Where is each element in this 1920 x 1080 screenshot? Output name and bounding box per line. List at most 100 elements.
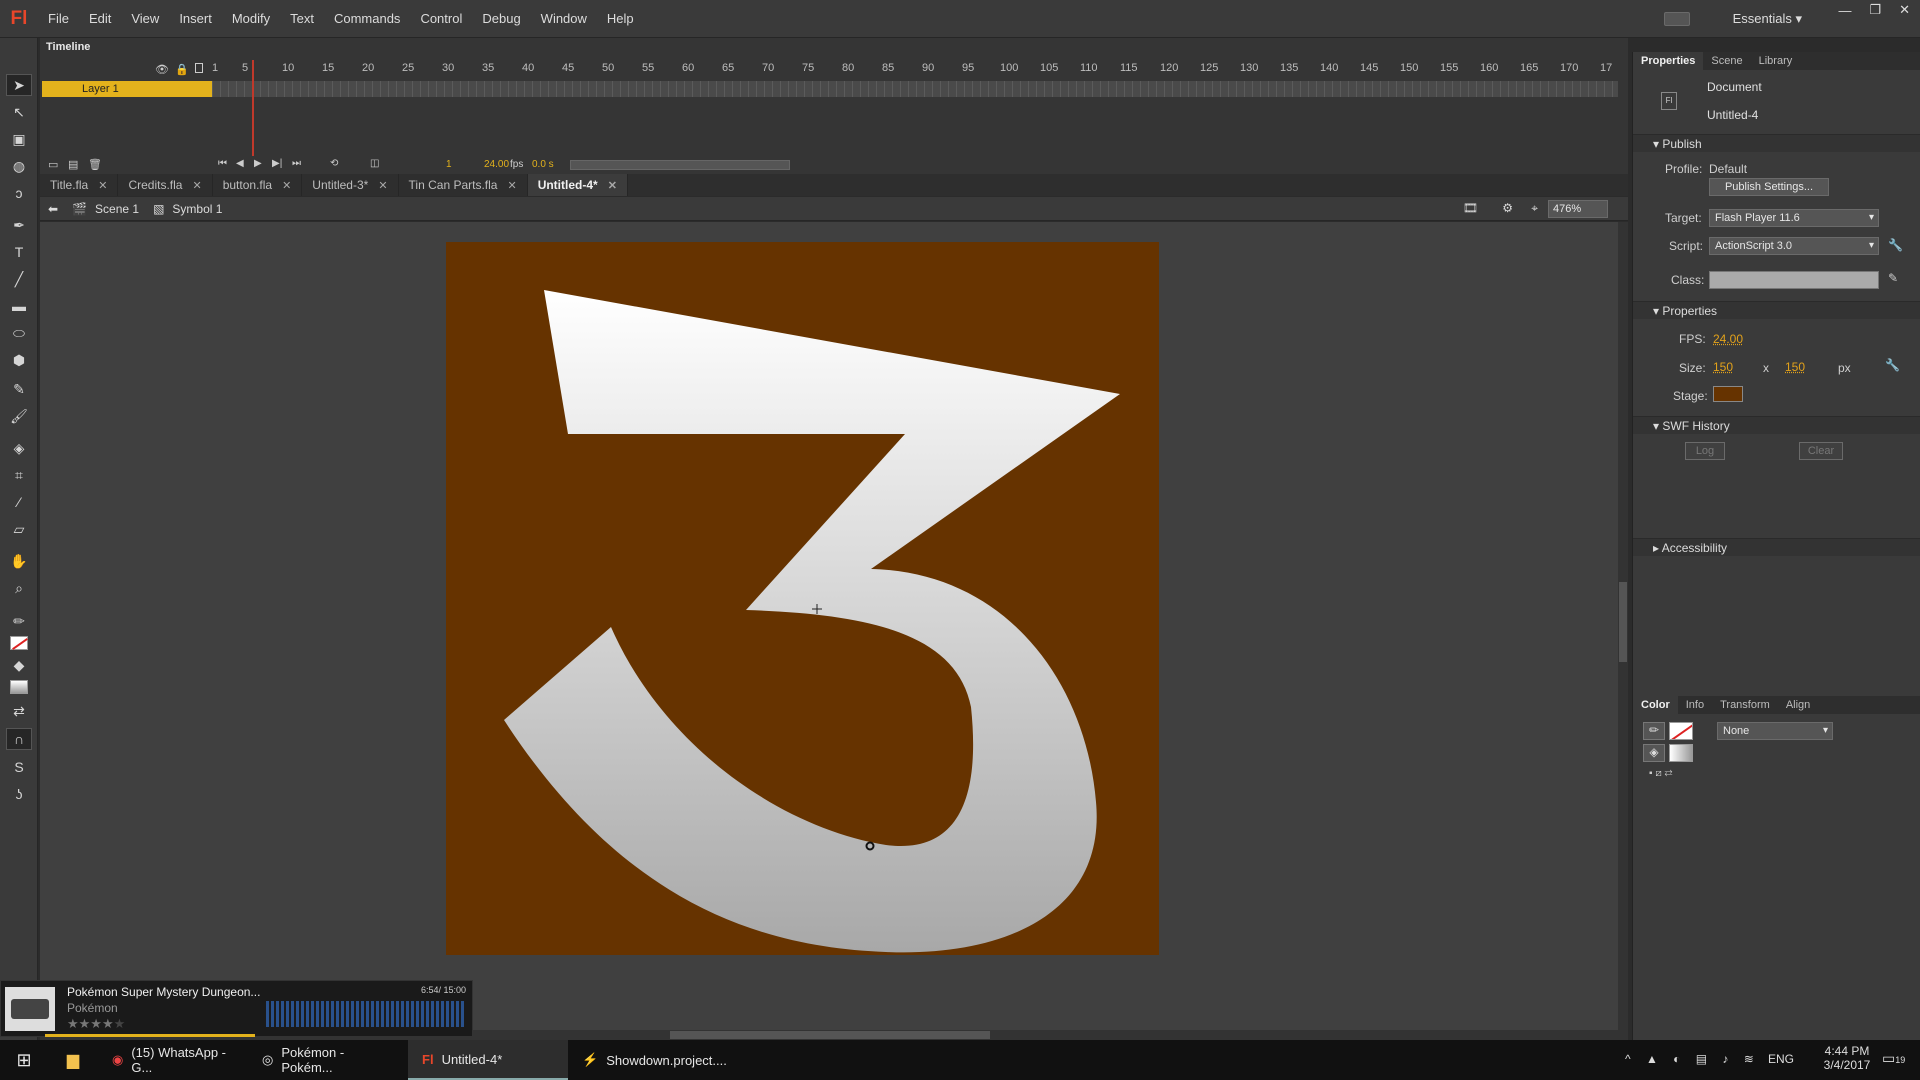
fill-color-icon[interactable]: ◆ (6, 654, 32, 676)
taskbar-item-pokemon[interactable]: ◎ Pokémon - Pokém... (248, 1040, 408, 1080)
close-icon[interactable]: ✕ (608, 179, 617, 192)
swap-colors-icon[interactable]: ⇄ (6, 700, 32, 722)
menu-file[interactable]: File (38, 11, 79, 26)
oval-tool-icon[interactable]: ⬭ (6, 322, 32, 344)
accessibility-section[interactable]: ▸ Accessibility (1633, 538, 1920, 556)
go-last-frame-icon[interactable]: ⏭ (292, 158, 301, 169)
stage-height[interactable]: 150 (1785, 360, 1805, 374)
properties-section[interactable]: ▾ Properties (1633, 301, 1920, 319)
minimize-icon[interactable]: — (1838, 3, 1851, 18)
close-icon[interactable]: ✕ (282, 179, 291, 192)
line-tool-icon[interactable]: ╱ (6, 268, 32, 290)
tab-color[interactable]: Color (1633, 696, 1678, 714)
doc-tab-tin-can-parts[interactable]: Tin Can Parts.fla ✕ (399, 174, 528, 196)
straighten-icon[interactable]: ʖ (6, 783, 32, 805)
layer-row[interactable]: Layer 1 (42, 81, 1618, 97)
doc-tab-credits[interactable]: Credits.fla ✕ (118, 174, 213, 196)
symbol-breadcrumb[interactable]: Symbol 1 (172, 202, 222, 216)
menu-modify[interactable]: Modify (222, 11, 280, 26)
progress-bar[interactable] (45, 1034, 255, 1037)
new-folder-icon[interactable]: ▤ (68, 158, 78, 171)
publish-section[interactable]: ▾ Publish (1633, 134, 1920, 152)
script-select[interactable]: ActionScript 3.0 (1709, 237, 1879, 255)
stage-width[interactable]: 150 (1713, 360, 1733, 374)
snap-to-objects-icon[interactable]: ∩ (6, 728, 32, 750)
workspace-switcher[interactable]: Essentials ▾ (1733, 11, 1802, 27)
tab-properties[interactable]: Properties (1633, 52, 1704, 70)
pencil-tool-icon[interactable]: ✎ (6, 378, 32, 400)
tab-library[interactable]: Library (1751, 52, 1801, 70)
tab-info[interactable]: Info (1678, 696, 1712, 714)
vertical-scrollbar[interactable] (1618, 222, 1628, 1030)
eye-icon[interactable]: 👁 (155, 63, 169, 76)
edit-class-pencil-icon[interactable]: ✎ (1888, 271, 1898, 285)
pasteboard[interactable] (40, 222, 1618, 1030)
timeline-tab[interactable]: Timeline (46, 41, 90, 53)
center-stage-icon[interactable]: ⌖ (1531, 201, 1538, 216)
subselection-tool-icon[interactable]: ↖ (6, 101, 32, 123)
back-arrow-icon[interactable]: ⬅ (48, 202, 58, 216)
delete-layer-icon[interactable]: 🗑 (88, 158, 102, 171)
log-button[interactable]: Log (1685, 442, 1725, 460)
system-tray-icons[interactable]: ^ ▲ ◐ ▤ ♪ ≋ (1625, 1052, 1760, 1066)
media-widget[interactable]: Pokémon Super Mystery Dungeon... Pokémon… (0, 980, 473, 1037)
tab-align[interactable]: Align (1778, 696, 1818, 714)
time-display[interactable]: 0.0 s (532, 159, 554, 170)
paint-bucket-tool-icon[interactable]: ◈ (6, 437, 32, 459)
onion-skin-icon[interactable]: ◫ (370, 158, 379, 169)
input-language[interactable]: ENG (1768, 1052, 1794, 1066)
stage[interactable] (446, 242, 1159, 955)
text-tool-icon[interactable]: T (6, 241, 32, 263)
scene-breadcrumb[interactable]: Scene 1 (95, 202, 139, 216)
free-transform-tool-icon[interactable]: ▣ (6, 128, 32, 150)
numeral-three-graphic[interactable] (446, 242, 1159, 955)
step-back-icon[interactable]: ◀ (236, 158, 244, 169)
current-frame[interactable]: 1 (446, 159, 452, 170)
fps-value[interactable]: 24.00 (1713, 332, 1743, 346)
loop-icon[interactable]: ⟲ (330, 158, 338, 169)
ink-bottle-tool-icon[interactable]: ⌗ (6, 464, 32, 486)
restore-icon[interactable]: ❐ (1869, 2, 1881, 18)
stroke-swatch[interactable] (6, 632, 32, 654)
zoom-tool-icon[interactable]: ⌕ (6, 577, 32, 599)
menu-debug[interactable]: Debug (472, 11, 530, 26)
target-select[interactable]: Flash Player 11.6 (1709, 209, 1879, 227)
action-center-icon[interactable]: ▭19 (1882, 1050, 1905, 1067)
brush-tool-icon[interactable]: 🖌 (6, 405, 32, 427)
wrench-icon[interactable]: 🔧 (1885, 358, 1900, 372)
stroke-pencil-icon[interactable]: ✏ (1643, 722, 1665, 740)
close-icon[interactable]: ✕ (98, 179, 107, 192)
lasso-tool-icon[interactable]: ↄ (6, 182, 32, 204)
eraser-tool-icon[interactable]: ▱ (6, 518, 32, 540)
frame-cells[interactable] (212, 81, 1618, 97)
edit-scene-icon[interactable]: 🎞 (1463, 201, 1478, 215)
step-forward-icon[interactable]: ▶| (272, 158, 282, 169)
layer-name[interactable]: Layer 1 (42, 81, 212, 97)
menu-window[interactable]: Window (531, 11, 597, 26)
tab-transform[interactable]: Transform (1712, 696, 1778, 714)
doc-tab-untitled-3[interactable]: Untitled-3* ✕ (302, 174, 399, 196)
go-first-frame-icon[interactable]: ⏮ (218, 158, 227, 169)
new-layer-icon[interactable]: ▭ (48, 158, 58, 171)
menu-edit[interactable]: Edit (79, 11, 121, 26)
lock-icon[interactable]: 🔒 (175, 63, 189, 76)
polystar-tool-icon[interactable]: ⬢ (6, 349, 32, 371)
color-type-select[interactable]: None (1717, 722, 1833, 740)
taskbar-item-showdown[interactable]: ⚡ Showdown.project.... (568, 1040, 728, 1080)
smooth-icon[interactable]: S (6, 756, 32, 778)
doc-tab-untitled-4[interactable]: Untitled-4* ✕ (527, 174, 628, 196)
timeline-scrollbar[interactable] (570, 160, 790, 170)
playhead[interactable] (252, 60, 254, 160)
pen-tool-icon[interactable]: ✒ (6, 214, 32, 236)
menu-view[interactable]: View (121, 11, 169, 26)
edit-symbol-icon[interactable]: ⚙ (1502, 201, 1513, 215)
rectangle-tool-icon[interactable]: ▬ (6, 295, 32, 317)
menu-insert[interactable]: Insert (169, 11, 222, 26)
zoom-dropdown[interactable]: 476% (1548, 200, 1608, 218)
rating-stars[interactable]: ★★★★★ (67, 1016, 125, 1032)
hand-tool-icon[interactable]: ✋ (6, 550, 32, 572)
fill-swatch[interactable] (1669, 744, 1693, 762)
publish-settings-button[interactable]: Publish Settings... (1709, 178, 1829, 196)
play-icon[interactable]: ▶ (254, 158, 262, 169)
clock[interactable]: 4:44 PM 3/4/2017 (1812, 1044, 1882, 1072)
